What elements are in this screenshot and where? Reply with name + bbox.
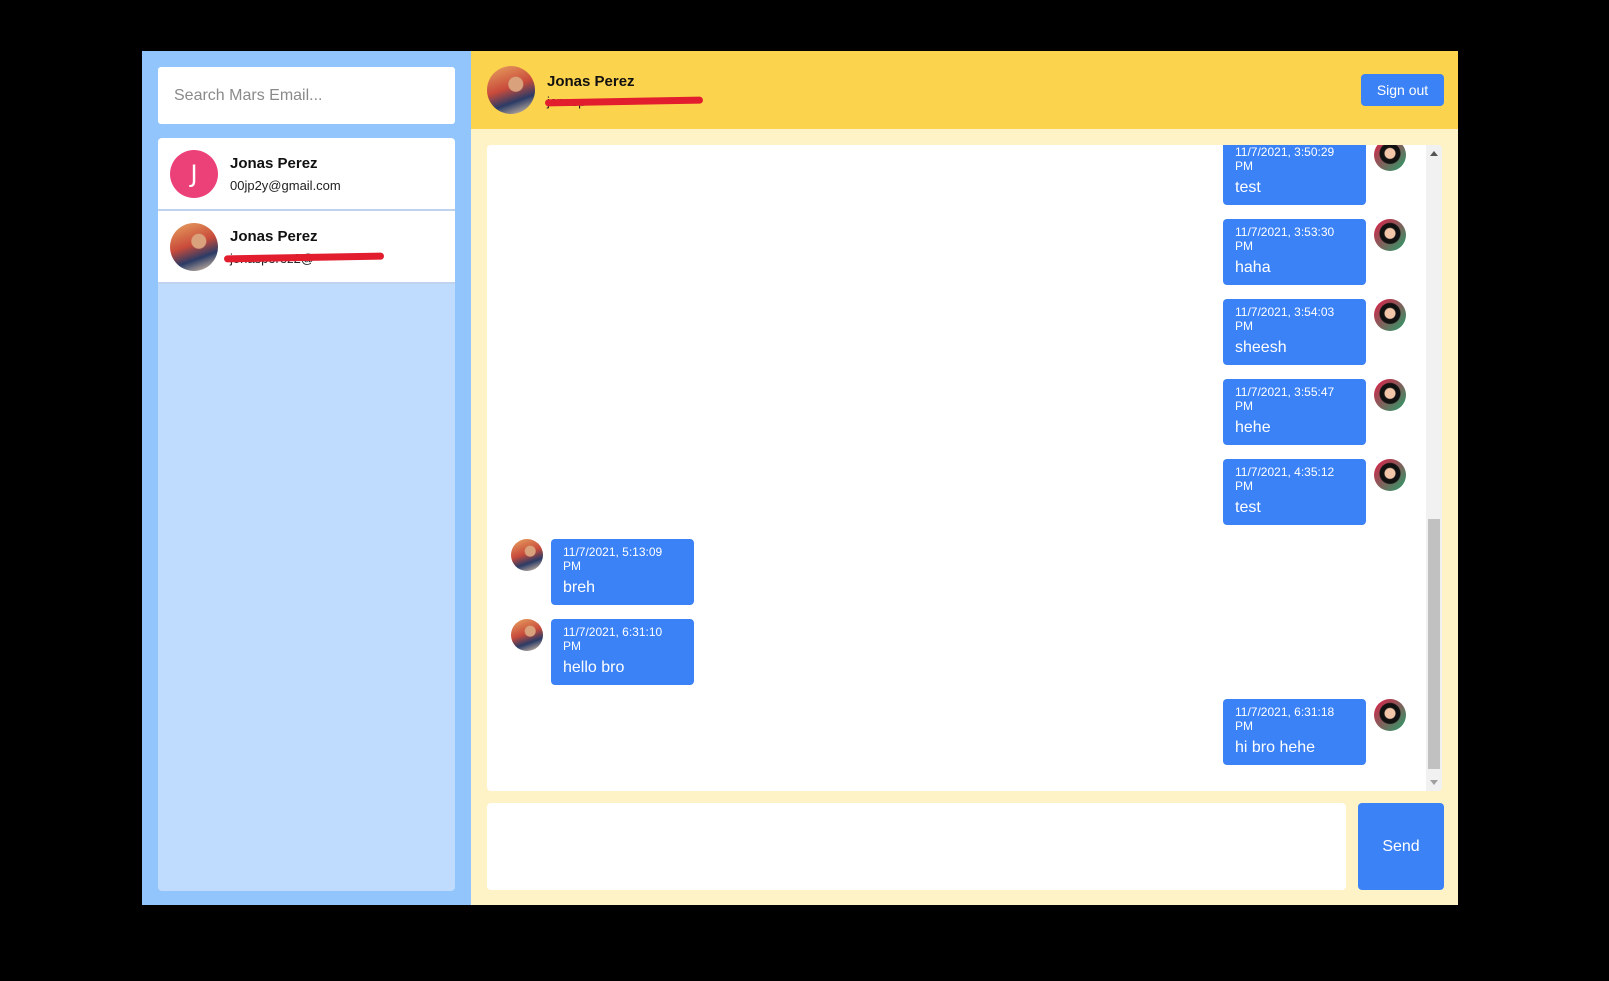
message-bubble: 11/7/2021, 6:31:18 PM hi bro hehe xyxy=(1223,699,1366,765)
scroll-up-icon[interactable] xyxy=(1430,151,1438,156)
message-timestamp: 11/7/2021, 3:50:29 PM xyxy=(1235,145,1335,173)
messages-container: 11/7/2021, 3:50:29 PM test 11/7/2021, 3:53… xyxy=(487,145,1442,779)
message-timestamp: 11/7/2021, 6:31:10 PM xyxy=(563,625,663,653)
message-bubble: 11/7/2021, 5:13:09 PM breh xyxy=(551,539,694,605)
message-bubble: 11/7/2021, 3:50:29 PM test xyxy=(1223,145,1366,205)
message-bubble: 11/7/2021, 6:31:10 PM hello bro xyxy=(551,619,694,685)
sidebar: J Jonas Perez 00jp2y@gmail.com Jonas Per… xyxy=(142,51,471,905)
message-timestamp: 11/7/2021, 3:54:03 PM xyxy=(1235,305,1335,333)
message-row: 11/7/2021, 3:50:29 PM test xyxy=(511,145,1406,219)
sign-out-button[interactable]: Sign out xyxy=(1361,74,1444,106)
chat-app: J Jonas Perez 00jp2y@gmail.com Jonas Per… xyxy=(142,51,1458,905)
search-input[interactable] xyxy=(158,67,455,124)
message-text: hehe xyxy=(1235,419,1271,436)
message-avatar xyxy=(1374,699,1406,731)
contact-info: Jonas Perez 00jp2y@gmail.com xyxy=(230,155,341,193)
message-timestamp: 11/7/2021, 5:13:09 PM xyxy=(563,545,663,573)
message-avatar xyxy=(1374,299,1406,331)
message-avatar xyxy=(1374,219,1406,251)
message-row: 11/7/2021, 5:13:09 PM breh xyxy=(511,539,1406,619)
avatar: J xyxy=(170,149,218,198)
scrollbar[interactable] xyxy=(1426,145,1442,791)
message-timestamp: 11/7/2021, 3:55:47 PM xyxy=(1235,385,1335,413)
contact-info: Jonas Perez jonasperez2@ xyxy=(223,227,385,266)
message-text: sheesh xyxy=(1235,339,1287,356)
contact-item[interactable]: J Jonas Perez 00jp2y@gmail.com xyxy=(158,138,455,211)
avatar xyxy=(170,222,218,271)
message-text: hello bro xyxy=(563,659,625,676)
message-timestamp: 11/7/2021, 6:31:18 PM xyxy=(1235,705,1335,733)
chat-panel: Jonas Perez jonasp Sign out 11/7/2021, 3… xyxy=(471,51,1458,905)
message-bubble: 11/7/2021, 3:53:30 PM haha xyxy=(1223,219,1366,285)
message-avatar xyxy=(511,619,543,651)
message-avatar xyxy=(1374,145,1406,171)
message-text: haha xyxy=(1235,259,1271,276)
message-text: test xyxy=(1235,179,1261,196)
contact-email: 00jp2y@gmail.com xyxy=(230,177,341,193)
message-bubble: 11/7/2021, 3:54:03 PM sheesh xyxy=(1223,299,1366,365)
message-text: test xyxy=(1235,499,1261,516)
message-avatar xyxy=(1374,379,1406,411)
contact-email: jonasperez2@ xyxy=(223,251,385,266)
message-timestamp: 11/7/2021, 3:53:30 PM xyxy=(1235,225,1335,253)
chat-header: Jonas Perez jonasp Sign out xyxy=(471,51,1458,129)
scrollbar-thumb[interactable] xyxy=(1428,519,1440,769)
message-row: 11/7/2021, 3:55:47 PM hehe xyxy=(511,379,1406,459)
contact-name: Jonas Perez xyxy=(230,154,318,172)
message-avatar xyxy=(511,539,543,571)
message-row: 11/7/2021, 6:31:18 PM hi bro hehe xyxy=(511,699,1406,779)
message-list[interactable]: 11/7/2021, 3:50:29 PM test 11/7/2021, 3:53… xyxy=(487,145,1442,791)
message-avatar xyxy=(1374,459,1406,491)
scroll-down-icon[interactable] xyxy=(1430,780,1438,785)
message-text: hi bro hehe xyxy=(1235,739,1316,756)
composer: Send xyxy=(487,803,1444,890)
contact-list: J Jonas Perez 00jp2y@gmail.com Jonas Per… xyxy=(158,138,455,891)
message-row: 11/7/2021, 3:53:30 PM haha xyxy=(511,219,1406,299)
message-bubble: 11/7/2021, 3:55:47 PM hehe xyxy=(1223,379,1366,445)
message-row: 11/7/2021, 4:35:12 PM test xyxy=(511,459,1406,539)
message-text: breh xyxy=(563,579,596,596)
avatar xyxy=(487,66,535,114)
header-user-info: Jonas Perez jonasp xyxy=(544,72,704,109)
contact-item[interactable]: Jonas Perez jonasperez2@ xyxy=(158,211,455,284)
message-timestamp: 11/7/2021, 4:35:12 PM xyxy=(1235,465,1335,493)
message-input[interactable] xyxy=(487,803,1346,890)
send-button[interactable]: Send xyxy=(1358,803,1444,890)
message-row: 11/7/2021, 6:31:10 PM hello bro xyxy=(511,619,1406,699)
header-email: jonasp xyxy=(544,94,704,109)
header-name: Jonas Perez xyxy=(547,72,635,90)
message-row: 11/7/2021, 3:54:03 PM sheesh xyxy=(511,299,1406,379)
contact-name: Jonas Perez xyxy=(230,227,318,245)
message-bubble: 11/7/2021, 4:35:12 PM test xyxy=(1223,459,1366,525)
